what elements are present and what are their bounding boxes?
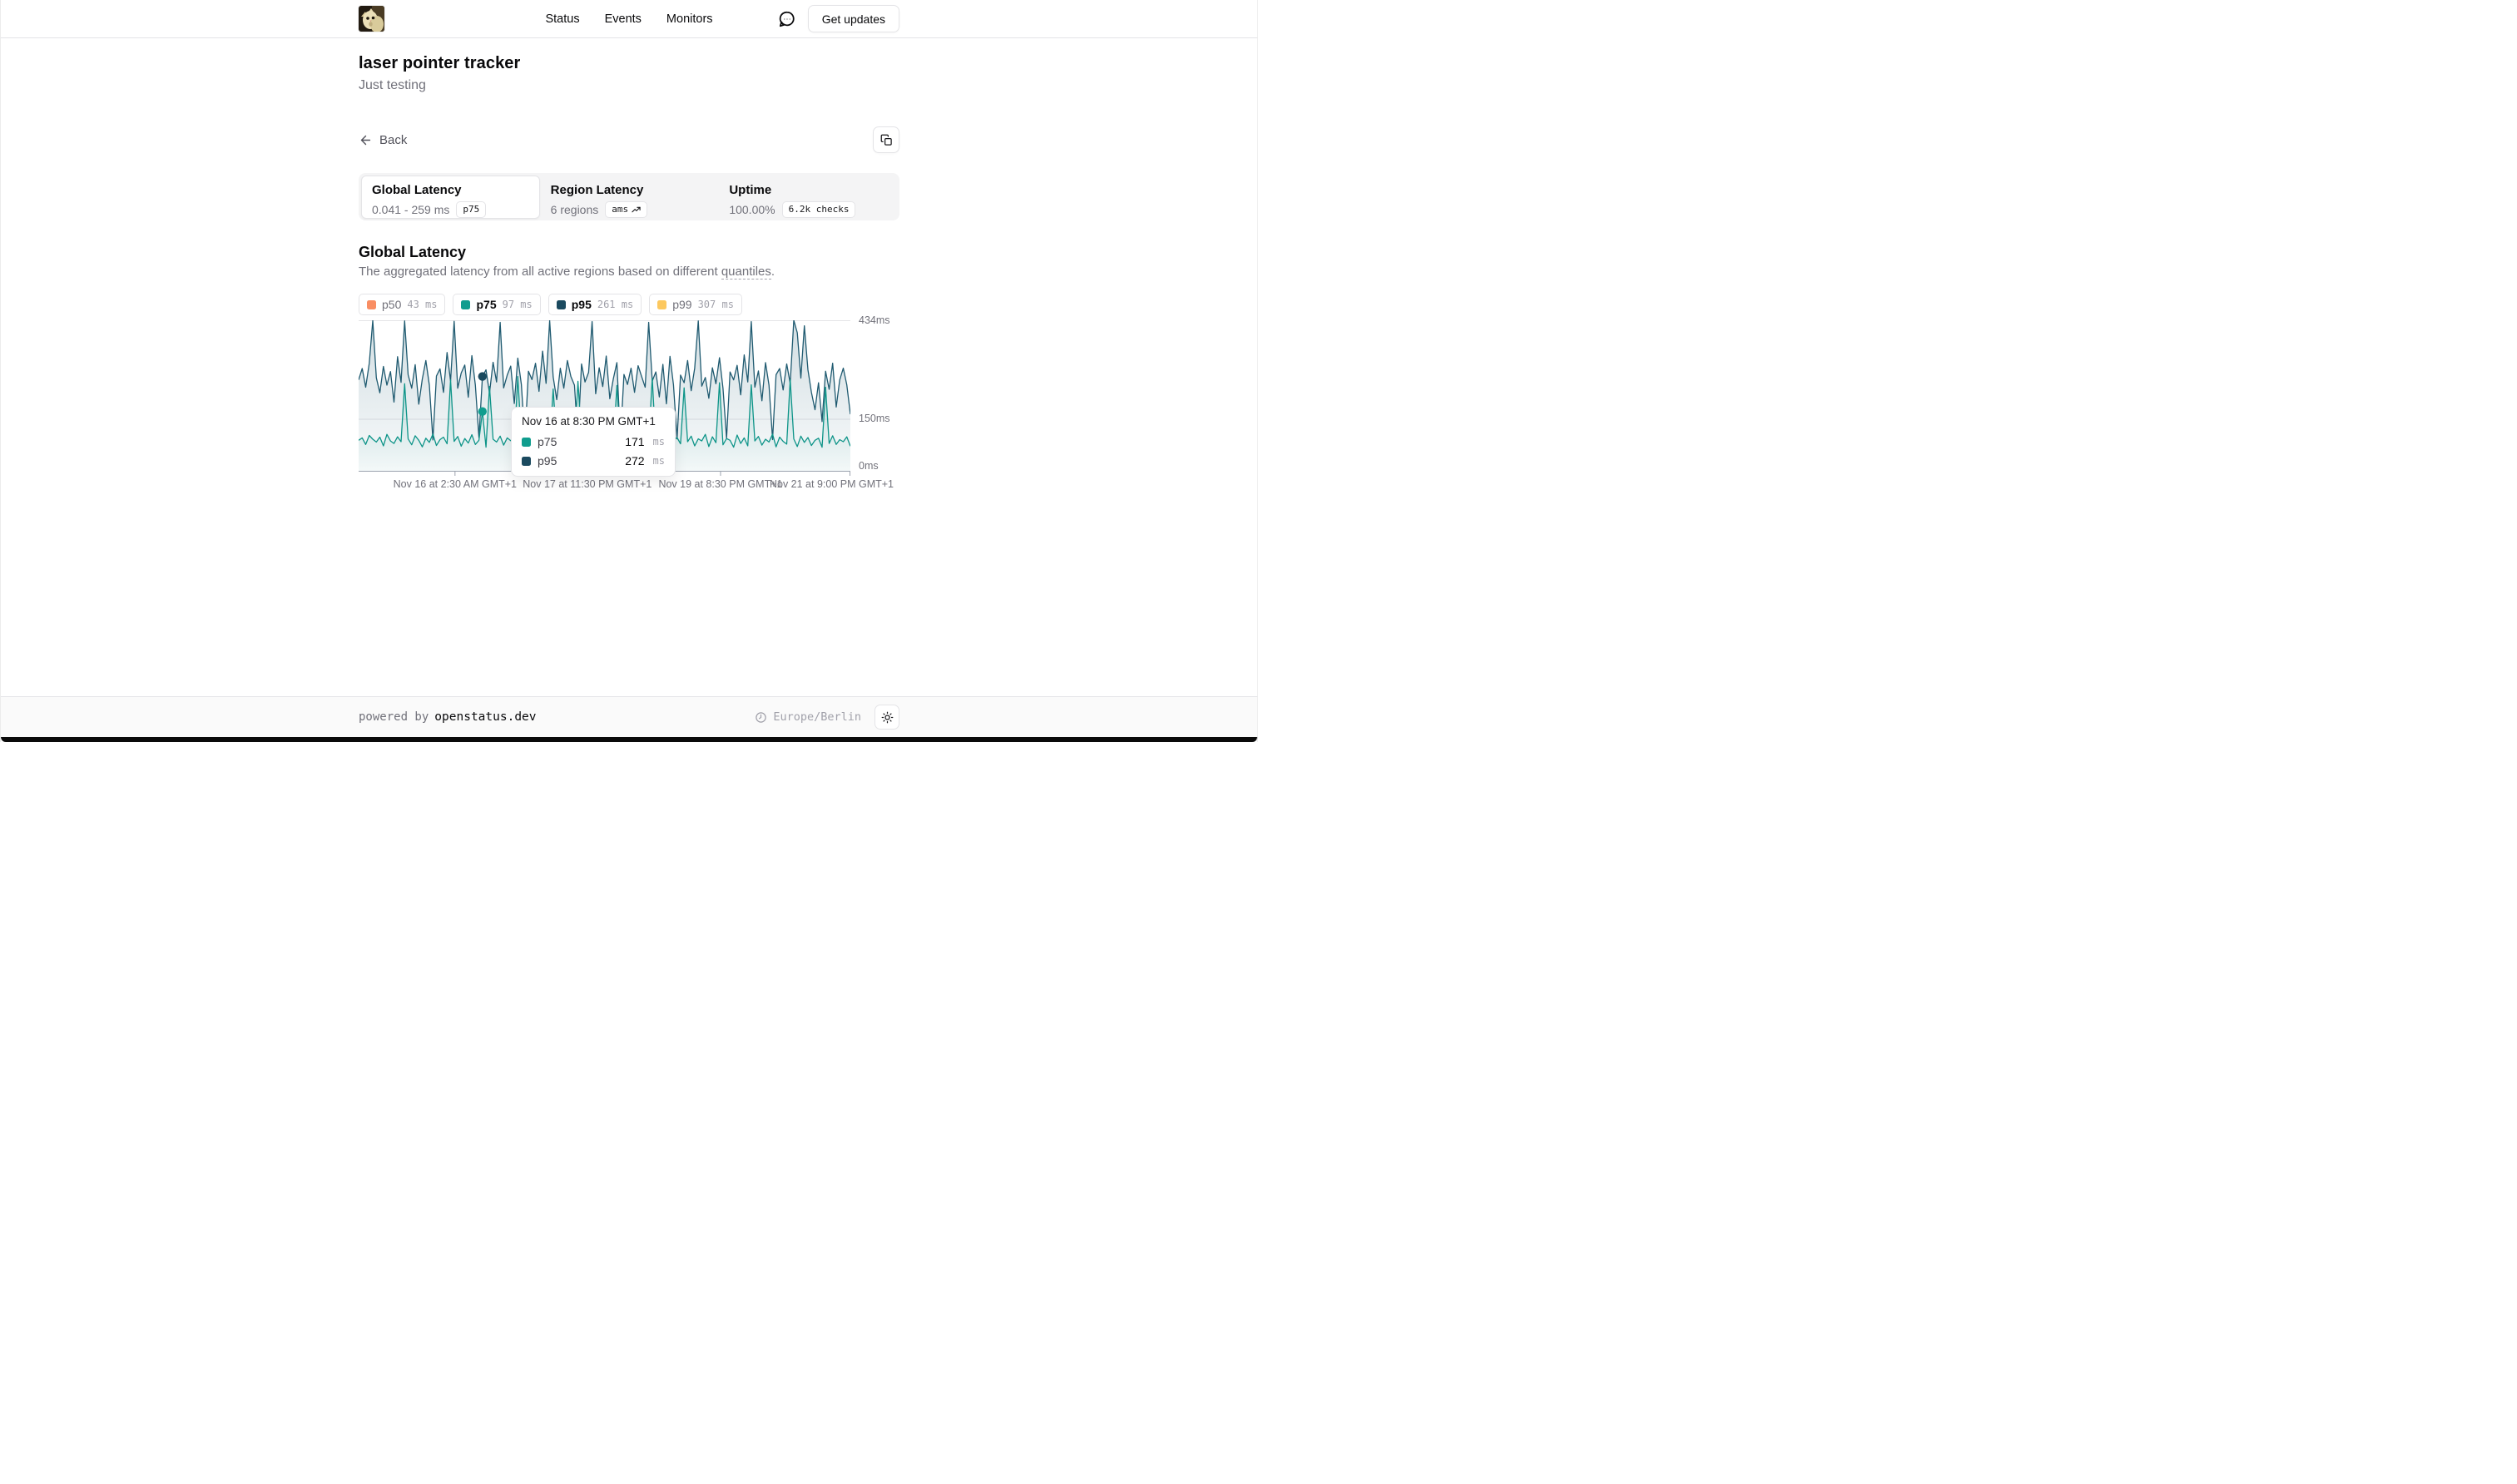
legend-chip-p95[interactable]: p95 261 ms <box>548 294 642 315</box>
top-nav: Status Events Monitors Get updates <box>1 0 1257 38</box>
clock-icon <box>755 711 767 724</box>
p50-swatch <box>367 300 376 309</box>
main-content: laser pointer tracker Just testing Back <box>1 38 1257 696</box>
nav-link-events[interactable]: Events <box>605 12 642 26</box>
arrow-left-icon <box>359 133 373 147</box>
region-badge: ams <box>605 201 647 218</box>
chart-tooltip: Nov 16 at 8:30 PM GMT+1 p75 171ms p95 27… <box>511 407 676 477</box>
x-axis-labels: Nov 16 at 2:30 AM GMT+1 Nov 17 at 11:30 P… <box>359 478 850 493</box>
legend-chip-p75[interactable]: p75 97 ms <box>453 294 540 315</box>
back-link[interactable]: Back <box>359 133 407 147</box>
y-tick-label: 150ms <box>859 413 890 424</box>
quantile-badge: p75 <box>456 201 486 218</box>
tab-region-latency[interactable]: Region Latency 6 regions ams <box>540 176 719 219</box>
legend-chip-p99[interactable]: p99 307 ms <box>649 294 742 315</box>
y-tick-label: 0ms <box>859 460 879 472</box>
chat-bubble-icon <box>778 10 796 28</box>
tab-global-latency[interactable]: Global Latency 0.041 - 259 ms p75 <box>361 176 540 219</box>
tab-value: 6 regions <box>551 203 599 216</box>
nav-links: Status Events Monitors <box>545 12 712 26</box>
cat-logo-image <box>359 6 384 32</box>
powered-by-text: powered by <box>359 710 429 724</box>
p75-swatch <box>461 300 470 309</box>
trending-up-icon <box>632 205 641 215</box>
feedback-chat-button[interactable] <box>778 10 796 28</box>
tab-title: Region Latency <box>551 182 708 199</box>
tab-value: 0.041 - 259 ms <box>372 203 449 216</box>
p95-swatch <box>522 457 531 466</box>
legend-chip-p50[interactable]: p50 43 ms <box>359 294 445 315</box>
get-updates-button[interactable]: Get updates <box>808 5 899 32</box>
tab-title: Uptime <box>729 182 886 199</box>
p99-swatch <box>657 300 666 309</box>
window-bottom-edge <box>1 737 1257 742</box>
timezone-indicator: Europe/Berlin <box>755 710 861 724</box>
p75-swatch <box>522 438 531 447</box>
copy-icon <box>880 134 893 146</box>
quantiles-link[interactable]: quantiles <box>721 265 771 279</box>
page-subtitle: Just testing <box>359 77 899 95</box>
back-label: Back <box>379 133 407 147</box>
y-tick-label: 434ms <box>859 314 890 326</box>
tab-value: 100.00% <box>729 203 775 216</box>
tab-uptime[interactable]: Uptime 100.00% 6.2k checks <box>718 176 897 219</box>
checks-badge: 6.2k checks <box>782 201 856 218</box>
x-tick-label: Nov 17 at 11:30 PM GMT+1 <box>523 478 652 490</box>
nav-link-status[interactable]: Status <box>545 12 579 26</box>
page-title: laser pointer tracker <box>359 52 899 75</box>
x-tick-label: Nov 21 at 9:00 PM GMT+1 <box>770 478 894 490</box>
nav-link-monitors[interactable]: Monitors <box>666 12 713 26</box>
site-logo-avatar[interactable] <box>359 6 384 32</box>
openstatus-link[interactable]: openstatus.dev <box>434 710 536 724</box>
chart-legend: p50 43 ms p75 97 ms p95 261 ms p99 307 m… <box>359 294 899 315</box>
tooltip-row-p75: p75 171ms <box>522 435 665 448</box>
section-description: The aggregated latency from all active r… <box>359 264 899 280</box>
latency-chart[interactable]: 434ms 150ms 0ms Nov 16 at 2:30 AM GMT+1N… <box>359 320 850 493</box>
tooltip-title: Nov 16 at 8:30 PM GMT+1 <box>522 415 665 428</box>
app-window: Status Events Monitors Get updates la <box>0 0 1258 742</box>
footer: powered by openstatus.dev Europe/Berlin <box>1 696 1257 737</box>
tab-title: Global Latency <box>372 182 529 199</box>
sun-icon <box>881 711 894 724</box>
x-tick-label: Nov 19 at 8:30 PM GMT+1 <box>658 478 782 490</box>
y-axis-labels: 434ms 150ms 0ms <box>859 320 909 476</box>
x-tick-label: Nov 16 at 2:30 AM GMT+1 <box>394 478 517 490</box>
copy-link-button[interactable] <box>873 126 899 153</box>
theme-toggle-button[interactable] <box>875 705 899 730</box>
metric-tabs: Global Latency 0.041 - 259 ms p75 Region… <box>359 173 899 220</box>
tooltip-row-p95: p95 272ms <box>522 454 665 467</box>
section-title: Global Latency <box>359 242 899 262</box>
p95-swatch <box>557 300 566 309</box>
